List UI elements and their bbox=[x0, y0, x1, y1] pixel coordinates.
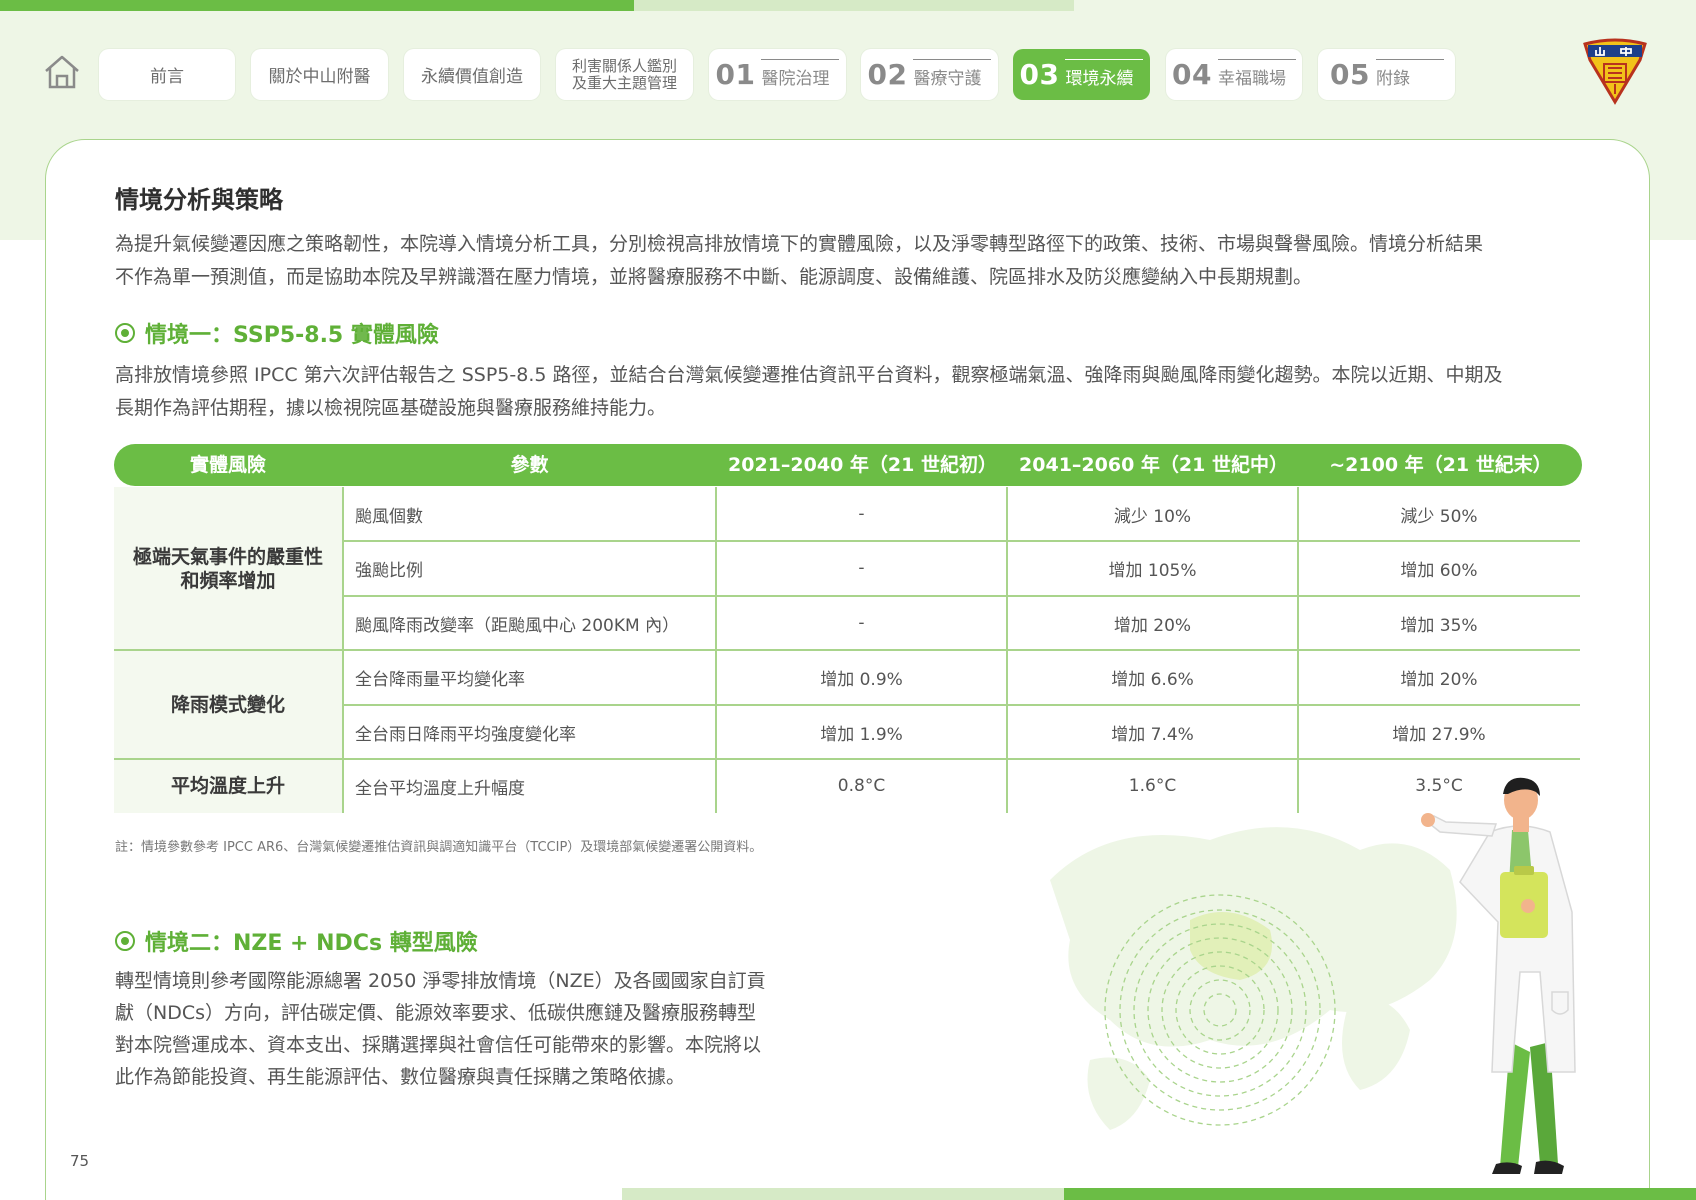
table-divider bbox=[114, 649, 1580, 651]
scenario1-description: 高排放情境參照 IPCC 第六次評估報告之 SSP5-8.5 路徑，並結合台灣氣… bbox=[115, 359, 1503, 425]
nav-item-label: 環境永續 bbox=[1065, 58, 1144, 89]
scenario2-desc-line: 獻（NDCs）方向，評估碳定價、能源效率要求、低碳供應鏈及醫療服務轉型 bbox=[115, 1002, 757, 1024]
table-footnote: 註：情境參數參考 IPCC AR6、台灣氣候變遷推估資訊與調適知識平台（TCCI… bbox=[115, 840, 763, 855]
section-title: 情境分析與策略 bbox=[115, 186, 283, 214]
section-intro-line: 不作為單一預測值，而是協助本院及早辨識潛在壓力情境，並將醫療服務不中斷、能源調度… bbox=[115, 266, 1313, 288]
section-intro: 為提升氣候變遷因應之策略韌性，本院導入情境分析工具，分別檢視高排放情境下的實體風… bbox=[115, 228, 1483, 294]
nav-item-label: 醫院治理 bbox=[761, 58, 840, 89]
nav-item-01[interactable]: 01 醫院治理 bbox=[709, 49, 846, 100]
hospital-logo[interactable] bbox=[1582, 38, 1648, 106]
table-cell-value: 增加 105% bbox=[1108, 560, 1197, 581]
page-number: 75 bbox=[70, 1152, 90, 1170]
scenario1-desc-line: 高排放情境參照 IPCC 第六次評估報告之 SSP5-8.5 路徑，並結合台灣氣… bbox=[115, 364, 1503, 386]
nav-item-03-active[interactable]: 03 環境永續 bbox=[1013, 49, 1150, 100]
table-cell-param: 全台降雨量平均變化率 bbox=[355, 669, 525, 690]
nav-item-number: 04 bbox=[1172, 58, 1212, 91]
scenario1-heading: 情境一：SSP5-8.5 實體風險 bbox=[115, 317, 439, 349]
table-cell-value: 減少 10% bbox=[1113, 506, 1192, 527]
nav-item-foreword[interactable]: 前言 bbox=[99, 49, 235, 100]
scenario2-heading: 情境二：NZE + NDCs 轉型風險 bbox=[115, 925, 478, 957]
table-cell-value: 增加 0.9% bbox=[820, 669, 903, 690]
table-cell-value: 增加 6.6% bbox=[1111, 669, 1194, 690]
table-cell-param: 颱風降雨改變率（距颱風中心 200KM 內） bbox=[355, 615, 680, 636]
nav-item-04[interactable]: 04 幸福職場 bbox=[1166, 49, 1302, 100]
table-cell-value: 增加 20% bbox=[1113, 615, 1192, 636]
table-cell-value: 增加 27.9% bbox=[1392, 724, 1486, 745]
table-cell-value: 增加 60% bbox=[1400, 560, 1478, 581]
table-cell-value: 增加 35% bbox=[1400, 615, 1478, 636]
table-divider bbox=[343, 540, 1580, 542]
nav-item-number: 03 bbox=[1019, 58, 1060, 91]
table-cell-value: 增加 1.9% bbox=[820, 724, 903, 745]
radio-bullet-icon bbox=[115, 931, 135, 951]
table-cell-param: 全台雨日降雨平均強度變化率 bbox=[355, 724, 576, 745]
table-cell-value: - bbox=[858, 613, 865, 633]
table-cell-value: 0.8°C bbox=[837, 776, 886, 796]
scenario1-title: 情境一：SSP5-8.5 實體風險 bbox=[145, 323, 439, 348]
category-line: 平均溫度上升 bbox=[170, 775, 285, 797]
table-divider bbox=[343, 595, 1580, 597]
nav-item-02[interactable]: 02 醫療守護 bbox=[861, 49, 998, 100]
table-cell-param: 全台平均溫度上升幅度 bbox=[355, 778, 525, 799]
table-divider bbox=[343, 704, 1580, 706]
scenario2-description: 轉型情境則參考國際能源總署 2050 淨零排放情境（NZE）及各國國家自訂貢 獻… bbox=[115, 965, 766, 1093]
scenario2-title: 情境二：NZE + NDCs 轉型風險 bbox=[145, 931, 478, 956]
table-header-cell: 2041–2060 年（21 世紀中） bbox=[1019, 454, 1288, 476]
table-cell-value: 增加 20% bbox=[1400, 669, 1478, 690]
nav-item-label-line1: 利害關係人鑑別 bbox=[571, 56, 677, 75]
table-category-cell: 平均溫度上升 bbox=[114, 759, 342, 813]
doctor-illustration bbox=[1030, 760, 1670, 1190]
table-cell-value: 增加 7.4% bbox=[1111, 724, 1194, 745]
home-icon[interactable] bbox=[42, 52, 82, 92]
category-line: 降雨模式變化 bbox=[170, 693, 285, 716]
top-accent-bar bbox=[0, 0, 634, 11]
category-line: 極端天氣事件的嚴重性 bbox=[132, 545, 323, 568]
table-header-cell: 實體風險 bbox=[189, 454, 266, 476]
table-cell-value: - bbox=[858, 558, 865, 578]
nav-item-stakeholders[interactable]: 利害關係人鑑別 及重大主題管理 bbox=[556, 49, 693, 100]
category-line: 和頻率增加 bbox=[180, 569, 276, 592]
table-cell-param: 強颱比例 bbox=[355, 560, 423, 581]
scenario2-desc-line: 對本院營運成本、資本支出、採購選擇與社會信任可能帶來的影響。本院將以 bbox=[115, 1034, 762, 1056]
nav-item-number: 01 bbox=[715, 58, 756, 91]
table-header-cell: 參數 bbox=[510, 454, 549, 476]
scenario1-desc-line: 長期作為評估期程，據以檢視院區基礎設施與醫療服務維持能力。 bbox=[115, 397, 667, 419]
risk-table-header: 實體風險 參數 2021–2040 年（21 世紀初） 2041–2060 年（… bbox=[114, 444, 1582, 486]
nav-item-label: 醫療守護 bbox=[913, 58, 992, 89]
section-intro-line: 為提升氣候變遷因應之策略韌性，本院導入情境分析工具，分別檢視高排放情境下的實體風… bbox=[115, 233, 1484, 255]
table-cell-value: - bbox=[858, 504, 865, 524]
bottom-accent-bar bbox=[1064, 1188, 1696, 1200]
nav-item-05[interactable]: 05 附錄 bbox=[1318, 49, 1455, 100]
nav-item-number: 05 bbox=[1330, 58, 1370, 91]
top-accent-bar-light bbox=[634, 0, 1074, 11]
table-header-cell: 2021–2040 年（21 世紀初） bbox=[728, 454, 997, 476]
nav-item-label: 幸福職場 bbox=[1217, 58, 1296, 89]
table-category-cell: 極端天氣事件的嚴重性 和頻率增加 bbox=[114, 487, 342, 650]
nav-item-label-line2: 及重大主題管理 bbox=[571, 73, 677, 92]
table-cell-param: 颱風個數 bbox=[355, 506, 423, 527]
nav-item-value-creation[interactable]: 永續價值創造 bbox=[404, 49, 540, 100]
nav-item-label: 關於中山附醫 bbox=[268, 67, 371, 87]
scenario2-desc-line: 此作為節能投資、再生能源評估、數位醫療與責任採購之策略依據。 bbox=[115, 1066, 686, 1088]
radio-bullet-icon bbox=[115, 323, 135, 343]
table-cell-value: 減少 50% bbox=[1400, 506, 1478, 527]
bottom-accent-bar-light bbox=[622, 1188, 1064, 1200]
nav-item-label: 永續價值創造 bbox=[421, 67, 523, 87]
nav-item-about[interactable]: 關於中山附醫 bbox=[251, 49, 388, 100]
nav-item-number: 02 bbox=[867, 58, 908, 91]
nav-item-label: 前言 bbox=[150, 67, 184, 87]
scenario2-desc-line: 轉型情境則參考國際能源總署 2050 淨零排放情境（NZE）及各國國家自訂貢 bbox=[115, 970, 766, 992]
nav-item-label: 附錄 bbox=[1375, 58, 1444, 89]
table-header-cell: ~2100 年（21 世紀末） bbox=[1329, 454, 1552, 476]
table-category-cell: 降雨模式變化 bbox=[114, 650, 342, 759]
